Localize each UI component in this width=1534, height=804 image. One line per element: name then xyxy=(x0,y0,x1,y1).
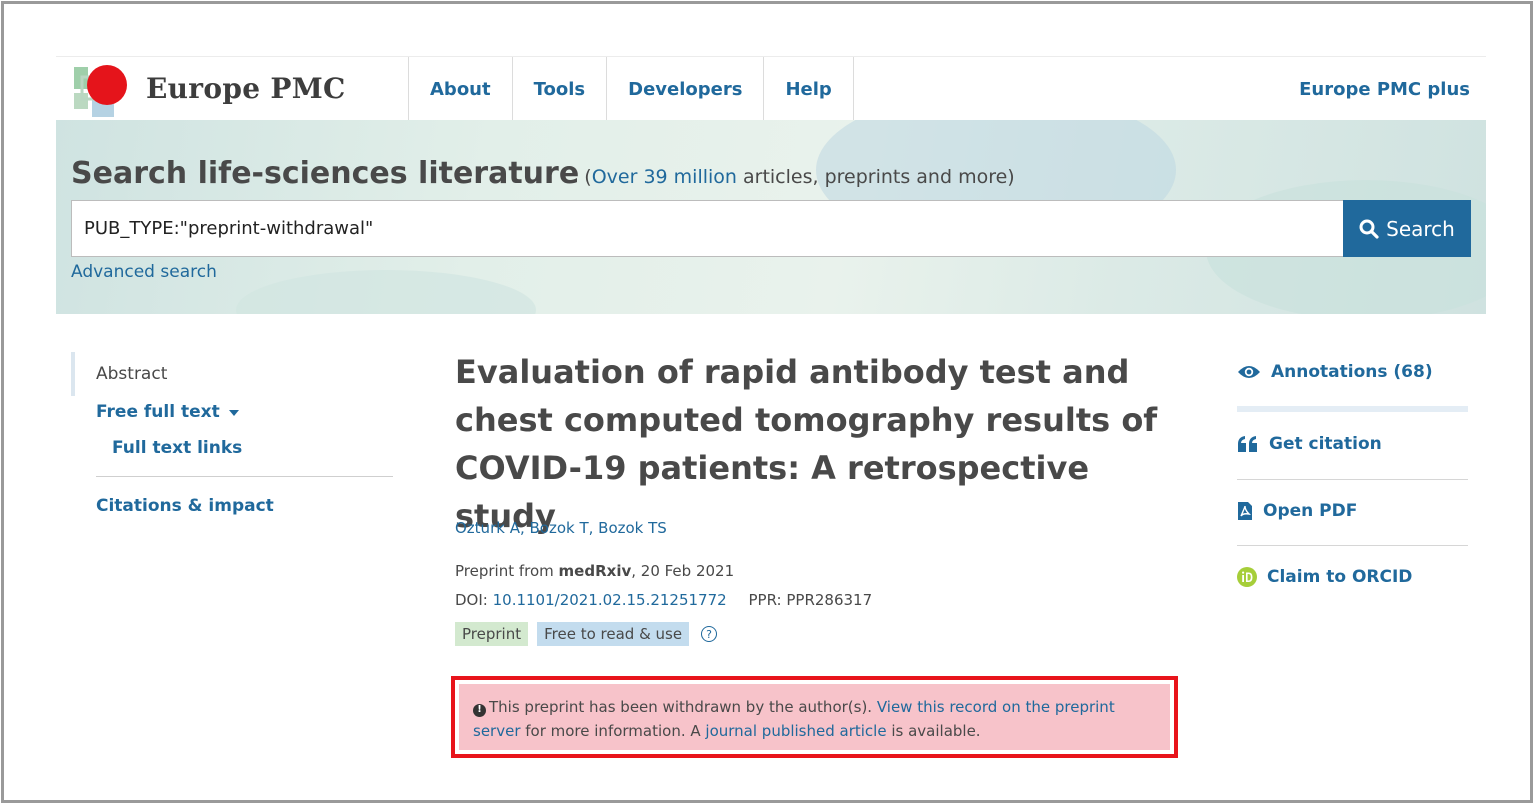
sidebar-item-citations[interactable]: Citations & impact xyxy=(96,496,274,516)
pdf-file-icon xyxy=(1238,502,1252,520)
search-button[interactable]: Search xyxy=(1343,200,1471,257)
logo-mark-icon xyxy=(74,65,127,117)
get-citation-button[interactable]: Get citation xyxy=(1237,434,1382,454)
withdrawal-notice-highlight: ! This preprint has been withdrawn by the… xyxy=(451,676,1178,758)
sidebar-item-free-full-text[interactable]: Free full text xyxy=(96,402,239,422)
doi-line: DOI: 10.1101/2021.02.15.21251772 PPR: PP… xyxy=(455,591,873,609)
doi-link[interactable]: 10.1101/2021.02.15.21251772 xyxy=(493,591,727,609)
europe-pmc-logo[interactable]: Europe PMC xyxy=(72,61,392,117)
annotations-bar xyxy=(1237,406,1468,412)
nav-item-developers[interactable]: Developers xyxy=(606,57,763,121)
withdrawal-notice: ! This preprint has been withdrawn by the… xyxy=(459,684,1170,750)
search-input[interactable]: PUB_TYPE:"preprint-withdrawal" xyxy=(71,200,1343,257)
quote-icon xyxy=(1238,436,1257,452)
main-nav: About Tools Developers Help xyxy=(408,57,854,121)
screenshot-frame: Europe PMC About Tools Developers Help E… xyxy=(1,1,1533,803)
caret-down-icon xyxy=(228,410,239,416)
actions-divider xyxy=(1237,479,1468,480)
sidebar-item-full-text-links[interactable]: Full text links xyxy=(112,438,242,458)
article-authors[interactable]: Ozturk A, Bozok T, Bozok TS xyxy=(455,519,667,537)
search-subheading: (Over 39 million articles, preprints and… xyxy=(584,166,1015,188)
source-name: medRxiv xyxy=(558,562,632,580)
search-banner: Search life-sciences literature (Over 39… xyxy=(56,120,1486,314)
ppr-id: PPR: PPR286317 xyxy=(748,591,873,609)
article-tags: Preprint Free to read & use ? xyxy=(455,622,718,646)
eye-icon xyxy=(1238,366,1260,378)
europe-pmc-plus-link[interactable]: Europe PMC plus xyxy=(1299,57,1470,121)
search-heading: Search life-sciences literature (Over 39… xyxy=(71,156,1015,191)
article-main: Evaluation of rapid antibody test and ch… xyxy=(455,348,1175,646)
search-button-label: Search xyxy=(1386,216,1455,241)
nav-item-about[interactable]: About xyxy=(408,57,512,121)
sidebar-item-abstract[interactable]: Abstract xyxy=(71,352,393,396)
brand-name: Europe PMC xyxy=(146,72,346,105)
nav-item-help[interactable]: Help xyxy=(763,57,854,121)
exclamation-icon: ! xyxy=(473,703,486,717)
actions-divider xyxy=(1237,545,1468,546)
article-count-link[interactable]: Over 39 million xyxy=(592,166,737,188)
search-icon xyxy=(1359,219,1379,239)
advanced-search-link[interactable]: Advanced search xyxy=(71,262,217,282)
nav-item-tools[interactable]: Tools xyxy=(511,57,607,121)
annotations-button[interactable]: Annotations (68) xyxy=(1237,362,1433,382)
claim-orcid-button[interactable]: Claim to ORCID xyxy=(1237,567,1412,587)
help-icon[interactable]: ? xyxy=(701,626,718,642)
free-to-read-badge: Free to read & use xyxy=(537,622,690,646)
top-navigation: Europe PMC About Tools Developers Help E… xyxy=(56,56,1486,121)
open-pdf-button[interactable]: Open PDF xyxy=(1237,501,1357,521)
publication-info: Preprint from medRxiv, 20 Feb 2021 xyxy=(455,562,735,580)
sidebar-divider xyxy=(96,476,393,477)
article-title: Evaluation of rapid antibody test and ch… xyxy=(455,353,1158,535)
orcid-icon xyxy=(1237,567,1257,587)
search-heading-text: Search life-sciences literature xyxy=(71,156,580,191)
journal-article-link[interactable]: journal published article xyxy=(705,722,886,740)
preprint-badge: Preprint xyxy=(455,622,529,646)
